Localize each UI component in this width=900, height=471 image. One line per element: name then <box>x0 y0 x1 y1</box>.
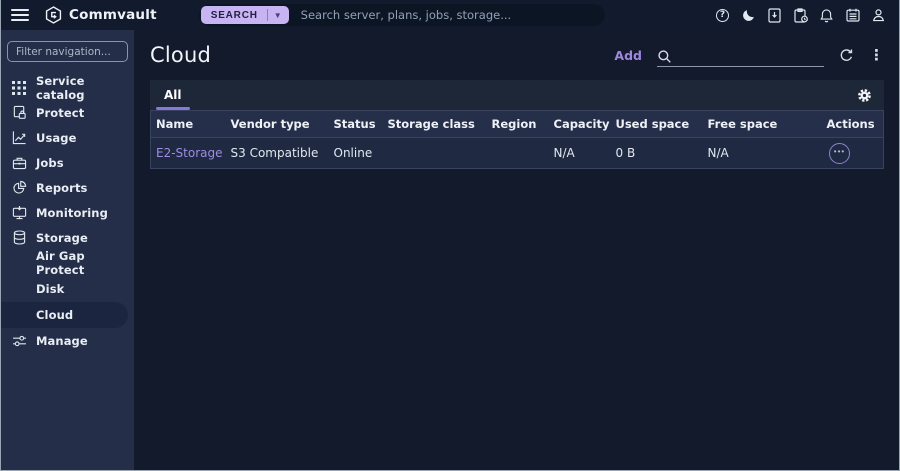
commvault-logo-icon <box>45 6 62 24</box>
page-search-input[interactable] <box>677 50 824 64</box>
cell-vendor-type: S3 Compatible <box>226 138 329 169</box>
cell-used-space: 0 B <box>611 138 703 169</box>
tab-strip: All <box>150 80 884 110</box>
column-header-used-space[interactable]: Used space <box>611 111 703 138</box>
column-header-name[interactable]: Name <box>151 111 226 138</box>
top-bar: Commvault SEARCH ▼ ? <box>1 0 899 30</box>
account-person-icon[interactable] <box>870 7 887 24</box>
storage-name-link[interactable]: E2-Storage <box>156 146 223 160</box>
column-header-capacity[interactable]: Capacity <box>549 111 611 138</box>
sidebar-item-monitoring[interactable]: Monitoring <box>1 200 128 225</box>
main-content: Cloud Add <box>134 30 899 470</box>
hamburger-menu-icon[interactable] <box>11 9 29 21</box>
job-history-clipboard-icon[interactable] <box>792 7 809 24</box>
row-actions-ellipsis-button[interactable]: ••• <box>829 143 850 164</box>
sidebar-item-label: Jobs <box>36 156 64 170</box>
sidebar-item-label: Usage <box>36 131 76 145</box>
table-header-row: Name Vendor type Status Storage class Re… <box>151 111 884 138</box>
refresh-icon[interactable] <box>839 48 854 63</box>
sidebar-item-service-catalog[interactable]: Service catalog <box>1 75 128 100</box>
sidebar-item-disk[interactable]: Disk <box>1 276 128 302</box>
report-download-icon[interactable] <box>766 7 783 24</box>
tab-all[interactable]: All <box>150 80 196 110</box>
body-row: Service catalog Protect <box>1 30 899 470</box>
sidebar-item-label: Cloud <box>36 308 73 322</box>
sidebar-item-protect[interactable]: Protect <box>1 100 128 125</box>
sidebar-item-label: Protect <box>36 106 84 120</box>
column-header-actions: Actions <box>822 111 884 138</box>
global-search-input[interactable] <box>291 8 605 22</box>
table-row: E2-Storage S3 Compatible Online N/A 0 B … <box>151 138 884 169</box>
cell-capacity: N/A <box>549 138 611 169</box>
column-header-free-space[interactable]: Free space <box>703 111 822 138</box>
brand-logo: Commvault <box>45 6 157 24</box>
global-search-bar: SEARCH ▼ <box>199 4 605 26</box>
column-header-region[interactable]: Region <box>487 111 549 138</box>
divider <box>267 9 268 21</box>
cell-storage-class <box>383 138 487 169</box>
schedules-calendar-icon[interactable] <box>844 7 861 24</box>
page-title: Cloud <box>150 43 211 67</box>
jobs-briefcase-icon <box>11 155 27 171</box>
chevron-down-icon: ▼ <box>274 11 289 20</box>
manage-sliders-icon <box>11 333 27 349</box>
filter-navigation-input[interactable] <box>7 41 128 62</box>
sidebar-item-label: Storage <box>36 231 88 245</box>
column-header-vendor-type[interactable]: Vendor type <box>226 111 329 138</box>
help-icon[interactable]: ? <box>714 7 731 24</box>
kebab-menu-icon[interactable]: ⋮ <box>869 48 884 63</box>
brand-name: Commvault <box>69 7 157 23</box>
monitoring-screen-icon <box>11 205 27 221</box>
cloud-storage-card: All <box>150 80 884 169</box>
sidebar-item-label: Disk <box>36 282 64 296</box>
grid-icon <box>11 80 27 96</box>
sidebar-item-label: Manage <box>36 334 88 348</box>
table-settings-gear-icon[interactable] <box>857 88 872 103</box>
search-scope-label: SEARCH <box>211 10 258 21</box>
topbar-icon-group: ? <box>714 7 887 24</box>
sidebar-item-jobs[interactable]: Jobs <box>1 150 128 175</box>
usage-chart-icon <box>11 130 27 146</box>
app-window: Commvault SEARCH ▼ ? <box>0 0 900 471</box>
search-icon <box>657 49 672 64</box>
sidebar-item-label: Service catalog <box>36 74 128 102</box>
reports-pie-icon <box>11 180 27 196</box>
sidebar-item-storage[interactable]: Storage <box>1 225 128 250</box>
sidebar-item-reports[interactable]: Reports <box>1 175 128 200</box>
search-scope-button[interactable]: SEARCH ▼ <box>201 6 289 24</box>
cell-region <box>487 138 549 169</box>
page-search <box>657 43 824 67</box>
page-header-controls: Add <box>614 43 884 67</box>
sidebar-item-air-gap-protect[interactable]: Air Gap Protect <box>1 250 128 276</box>
sidebar-nav: Service catalog Protect <box>1 30 134 470</box>
cell-status: Online <box>329 138 383 169</box>
sidebar-item-label: Monitoring <box>36 206 108 220</box>
alerts-bell-icon[interactable] <box>818 7 835 24</box>
cell-free-space: N/A <box>703 138 822 169</box>
column-header-storage-class[interactable]: Storage class <box>383 111 487 138</box>
column-header-status[interactable]: Status <box>329 111 383 138</box>
storage-database-icon <box>11 230 27 246</box>
sidebar-item-manage[interactable]: Manage <box>1 328 128 353</box>
sidebar-item-label: Air Gap Protect <box>36 249 128 277</box>
sidebar-item-usage[interactable]: Usage <box>1 125 128 150</box>
sidebar-item-label: Reports <box>36 181 88 195</box>
dark-mode-moon-icon[interactable] <box>740 7 757 24</box>
page-header: Cloud Add <box>134 30 899 80</box>
protect-shield-icon <box>11 105 27 121</box>
cloud-storage-table: Name Vendor type Status Storage class Re… <box>150 110 884 169</box>
add-button[interactable]: Add <box>614 48 642 63</box>
sidebar-item-cloud[interactable]: Cloud <box>1 302 128 328</box>
